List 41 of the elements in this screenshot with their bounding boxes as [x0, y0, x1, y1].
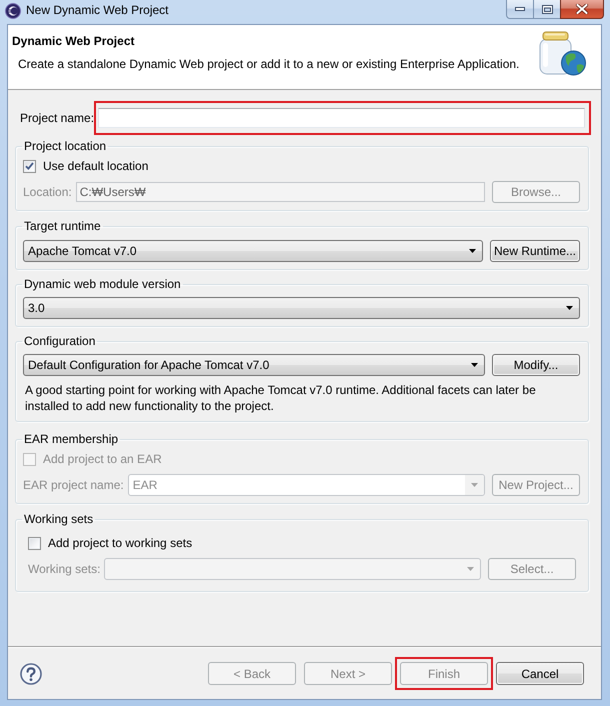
- minimize-button[interactable]: [506, 0, 534, 19]
- group-title: Dynamic web module version: [23, 277, 182, 292]
- group-title: Target runtime: [23, 219, 102, 234]
- checkbox-label: Add project to an EAR: [43, 451, 162, 467]
- maximize-button[interactable]: [533, 0, 561, 19]
- app-icon: [5, 3, 21, 19]
- checkmark-icon: [25, 162, 34, 170]
- checkbox-label: Use default location: [43, 158, 148, 174]
- checkbox[interactable]: [28, 536, 41, 550]
- maximize-icon: [542, 4, 552, 14]
- minimize-icon: [515, 7, 525, 11]
- caret-down-icon: [467, 567, 474, 571]
- close-button[interactable]: [560, 0, 604, 19]
- window-title: New Dynamic Web Project: [26, 2, 168, 19]
- group-title: Configuration: [23, 334, 96, 349]
- caret-down-icon: [471, 363, 478, 367]
- field-label: Working sets:: [28, 562, 100, 576]
- group-title: Working sets: [23, 512, 94, 527]
- dropdown[interactable]: Apache Tomcat v7.0: [23, 240, 483, 262]
- help-icon[interactable]: [20, 662, 42, 684]
- new-runtime-button[interactable]: New Runtime...: [490, 240, 580, 262]
- checkbox[interactable]: [23, 160, 36, 172]
- text-field[interactable]: [98, 108, 585, 128]
- field-label: Location:: [23, 185, 72, 199]
- checkbox-label: Add project to working sets: [48, 535, 192, 551]
- field-label: Project name:: [20, 111, 94, 125]
- caret-down-icon: [471, 483, 478, 487]
- cancel-button[interactable]: Cancel: [496, 662, 584, 685]
- page-title: Dynamic Web Project: [12, 34, 136, 49]
- caret-down-icon: [469, 249, 476, 253]
- configuration-description: A good starting point for working with Apache Tomcat v7.0 runtime. Additional facets can later be installed to add new functionality to the project.: [24, 382, 537, 414]
- group-title: Project location: [23, 139, 108, 154]
- caret-down-icon: [566, 306, 573, 310]
- close-icon: [576, 4, 588, 14]
- modify-button[interactable]: Modify...: [492, 354, 580, 376]
- dropdown[interactable]: Default Configuration for Apache Tomcat v7.0: [23, 354, 485, 376]
- field-label: EAR project name:: [23, 478, 124, 492]
- page-description: Create a standalone Dynamic Web project or add it to a new or existing Enterprise Application.: [17, 57, 520, 72]
- jar-globe-icon: [537, 31, 587, 77]
- dropdown[interactable]: 3.0: [23, 297, 580, 319]
- group-title: EAR membership: [23, 432, 120, 447]
